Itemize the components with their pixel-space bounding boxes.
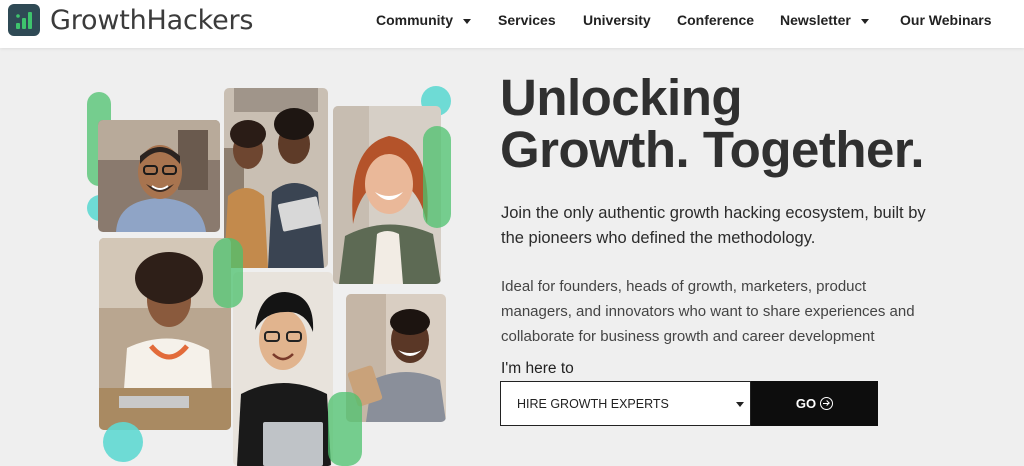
nav-item-newsletter[interactable]: Newsletter [780,12,869,28]
hero-title-line1: Unlocking [500,69,743,126]
nav-item-label: Conference [677,12,755,28]
intent-label: I'm here to [501,360,574,377]
hero-title-line2: Growth. Together. [500,121,925,178]
hero-subtitle: Join the only authentic growth hacking e… [501,204,926,247]
hero-photo-collage [80,80,470,466]
photo-man-glasses [98,120,220,232]
chevron-down-icon [463,18,471,24]
decorative-green-pill [423,126,451,228]
nav-item-label: Services [498,12,556,28]
brand-name-part2: Hackers [146,4,254,36]
hero-title: Unlocking Growth. Together. [500,72,1000,176]
nav-item-services[interactable]: Services [498,12,556,28]
chevron-down-icon [860,18,869,24]
decorative-green-pill [213,238,243,308]
chevron-down-icon [736,402,744,407]
site-logo[interactable]: GrowthHackers [8,4,253,36]
intent-select[interactable]: HIRE GROWTH EXPERTS [500,381,751,426]
decorative-green-pill [328,392,362,466]
site-header: GrowthHackers Community Services Univers… [0,0,1024,48]
bar-chart-logo-icon [8,4,40,36]
nav-item-label: University [583,12,651,28]
intent-select-value: HIRE GROWTH EXPERTS [517,396,669,411]
nav-item-label: Community [376,12,453,28]
go-button[interactable]: GO [751,381,878,426]
nav-item-university[interactable]: University [583,12,651,28]
nav-item-our-webinars[interactable]: Our Webinars [900,12,992,28]
brand-name: GrowthHackers [50,5,253,36]
go-button-label: GO [795,396,817,411]
nav-item-label: Newsletter [780,12,851,28]
photo-two-colleagues [224,88,328,268]
hero-description: Ideal for founders, heads of growth, mar… [501,278,915,345]
photo-woman-laptop [99,238,231,430]
decorative-teal-dot [103,422,143,462]
nav-item-conference[interactable]: Conference [677,12,754,28]
nav-item-label: Our Webinars [900,12,992,28]
arrow-right-circle-icon [820,397,834,410]
photo-young-man-laptop [233,272,333,466]
brand-name-part1: Growth [50,4,147,36]
nav-item-community[interactable]: Community [376,12,471,28]
